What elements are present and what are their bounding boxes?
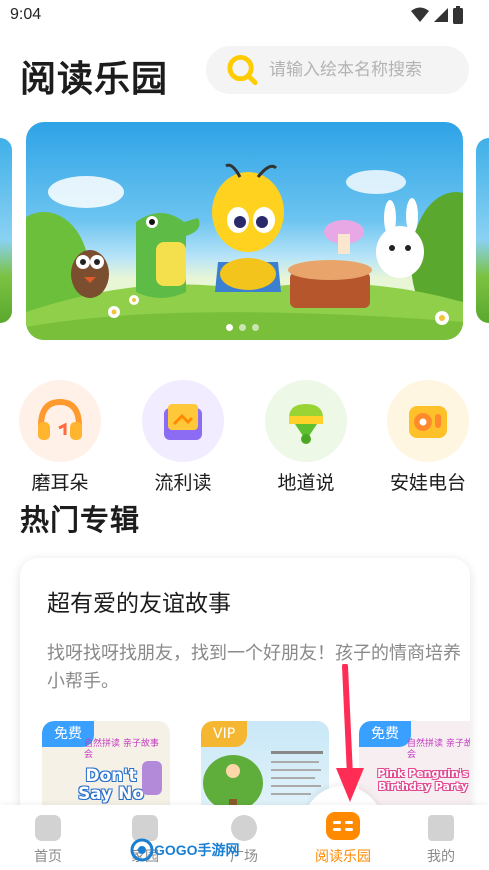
search-box[interactable]	[206, 46, 469, 94]
status-icons	[411, 6, 463, 24]
banner-illustration	[26, 163, 463, 340]
category-an-wa-dian-tai[interactable]: 安娃电台	[386, 380, 470, 495]
microphone-icon	[289, 404, 323, 444]
page-title: 阅读乐园	[20, 59, 169, 100]
watermark-logo-icon	[130, 838, 154, 862]
watermark: GOGO手游网	[130, 838, 240, 862]
category-liu-li-du[interactable]: 流利读	[141, 380, 225, 495]
category-label: 磨耳朵	[31, 472, 89, 494]
book-cover-title: Don't Say No	[77, 766, 145, 804]
search-input[interactable]	[269, 60, 469, 80]
album-card[interactable]: 超有爱的友谊故事 找呀找呀找朋友，找到一个好朋友！孩子的情商培养小帮手。 免费 …	[20, 558, 470, 838]
category-mo-er-duo[interactable]: 磨耳朵	[18, 380, 102, 495]
tab-home[interactable]: 首页	[8, 805, 88, 870]
album-description: 找呀找呀找朋友，找到一个好朋友！孩子的情商培养小帮手。	[47, 643, 461, 692]
carousel-next-peek[interactable]	[476, 138, 489, 323]
search-icon	[227, 54, 258, 86]
category-icon-bg	[265, 380, 347, 462]
annotation-arrow	[336, 664, 364, 802]
book-icon	[164, 404, 202, 440]
category-label: 安娃电台	[389, 472, 466, 494]
category-label: 地道说	[277, 472, 335, 494]
signal-icon	[434, 8, 448, 22]
reading-icon	[326, 812, 360, 840]
watermark-text: GOGO手游网	[154, 842, 240, 858]
book-series: 自然拼读 亲子故事会	[407, 739, 470, 760]
status-time: 9:04	[10, 6, 42, 23]
section-title: 热门专辑	[20, 503, 141, 537]
tab-label: 我的	[427, 849, 455, 865]
carousel-dot[interactable]	[226, 324, 233, 331]
tab-mine[interactable]: 我的	[401, 805, 481, 870]
carousel-indicator	[226, 324, 259, 331]
tab-label: 阅读乐园	[315, 849, 371, 865]
album-title: 超有爱的友谊故事	[47, 591, 231, 617]
book-series: 自然拼读 亲子故事会	[84, 739, 159, 760]
carousel-dot[interactable]	[252, 324, 259, 331]
home-icon	[35, 815, 61, 841]
wifi-icon	[411, 7, 429, 22]
radio-icon	[409, 406, 447, 438]
carousel-banner[interactable]	[26, 122, 463, 340]
carousel-dot[interactable]	[239, 324, 246, 331]
graduation-cap-icon	[428, 815, 454, 841]
book-cover-title: Pink Penguin's Birthday Party	[377, 767, 469, 793]
category-icon-bg	[19, 380, 101, 462]
category-label: 流利读	[154, 472, 212, 494]
battery-icon	[453, 6, 463, 24]
bottom-tab-bar: 首页 家园 广场 阅读乐园 我的	[0, 805, 489, 870]
category-icon-bg	[387, 380, 469, 462]
tab-label: 首页	[34, 849, 62, 865]
headphones-icon	[38, 398, 82, 440]
status-bar: 9:04	[0, 0, 489, 32]
category-di-dao-shuo[interactable]: 地道说	[264, 380, 348, 495]
category-icon-bg	[142, 380, 224, 462]
tab-reading-park[interactable]: 阅读乐园	[303, 805, 383, 870]
carousel-prev-peek[interactable]	[0, 138, 12, 323]
